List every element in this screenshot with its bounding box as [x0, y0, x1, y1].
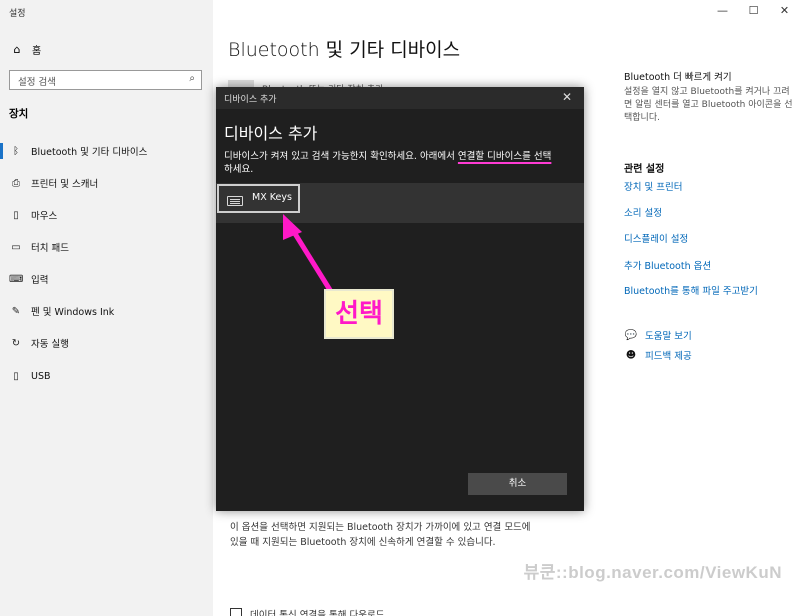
watermark: 뷰쿤::blog.naver.com/ViewKuN [523, 563, 782, 582]
annotation-label: 선택 [324, 289, 394, 339]
annotation-arrow [283, 214, 333, 293]
